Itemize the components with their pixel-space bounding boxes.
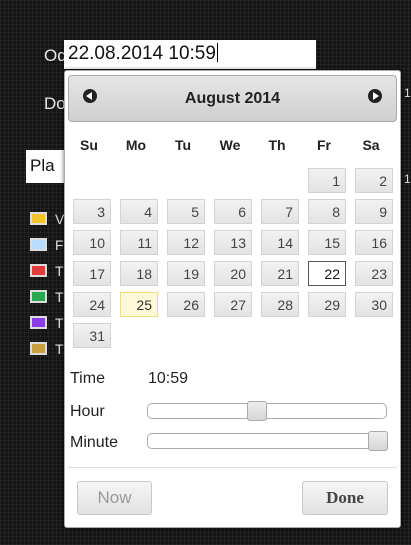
calendar-day[interactable]: 27 bbox=[214, 292, 252, 317]
calendar-day[interactable]: 12 bbox=[167, 230, 205, 255]
legend-color-swatch[interactable] bbox=[30, 264, 47, 277]
button-pane-divider bbox=[68, 467, 397, 468]
hour-slider-handle[interactable] bbox=[247, 401, 267, 421]
legend-color-swatch[interactable] bbox=[30, 212, 47, 225]
from-datetime-input[interactable]: 22.08.2014 10:59 bbox=[64, 40, 316, 69]
datetime-value: 22.08.2014 10:59 bbox=[68, 43, 216, 64]
weekday-label: Su bbox=[80, 137, 98, 153]
calendar-day[interactable]: 18 bbox=[120, 261, 158, 286]
calendar-day[interactable]: 26 bbox=[167, 292, 205, 317]
minute-slider-handle[interactable] bbox=[368, 431, 388, 451]
legend-label: T bbox=[55, 289, 64, 305]
calendar-day[interactable]: 24 bbox=[73, 292, 111, 317]
calendar-day[interactable]: 3 bbox=[73, 199, 111, 224]
side-number: 1 bbox=[404, 172, 411, 186]
weekday-label: Fr bbox=[317, 137, 331, 153]
weekday-label: We bbox=[219, 137, 241, 153]
calendar-day[interactable]: 15 bbox=[308, 230, 346, 255]
month-title: August 2014 bbox=[184, 90, 281, 107]
calendar-day[interactable]: 23 bbox=[355, 261, 393, 286]
next-month-icon[interactable] bbox=[368, 89, 382, 103]
weekday-label: Mo bbox=[125, 137, 147, 153]
to-label: Do bbox=[44, 94, 66, 113]
legend-color-swatch[interactable] bbox=[30, 290, 47, 303]
datetime-picker: August 2014 Su Mo Tu We Th Fr Sa 1 2 3 4 5 6 7 8 9 10 11… bbox=[64, 70, 401, 528]
calendar-day[interactable]: 8 bbox=[308, 199, 346, 224]
place-select[interactable]: Pla bbox=[26, 150, 66, 183]
hour-label: Hour bbox=[70, 403, 105, 420]
calendar-day[interactable]: 21 bbox=[261, 261, 299, 286]
calendar-day[interactable]: 25 bbox=[120, 292, 158, 317]
calendar-day[interactable]: 22 bbox=[308, 261, 346, 286]
calendar-day[interactable]: 11 bbox=[120, 230, 158, 255]
calendar-day[interactable]: 2 bbox=[355, 168, 393, 193]
calendar-day[interactable]: 6 bbox=[214, 199, 252, 224]
done-button[interactable]: Done bbox=[302, 481, 388, 515]
now-button[interactable]: Now bbox=[77, 481, 152, 515]
calendar-day[interactable]: 10 bbox=[73, 230, 111, 255]
text-caret bbox=[216, 43, 218, 62]
picker-header: August 2014 bbox=[68, 75, 397, 122]
weekday-label: Tu bbox=[174, 137, 192, 153]
legend-label: F bbox=[55, 237, 64, 253]
legend-color-swatch[interactable] bbox=[30, 316, 47, 329]
time-label: Time bbox=[70, 370, 105, 387]
calendar-day[interactable]: 28 bbox=[261, 292, 299, 317]
minute-label: Minute bbox=[70, 434, 119, 451]
calendar-day[interactable]: 17 bbox=[73, 261, 111, 286]
time-value: 10:59 bbox=[148, 370, 189, 387]
calendar-day[interactable]: 14 bbox=[261, 230, 299, 255]
calendar-day[interactable]: 30 bbox=[355, 292, 393, 317]
calendar-day[interactable]: 7 bbox=[261, 199, 299, 224]
calendar-day[interactable]: 29 bbox=[308, 292, 346, 317]
legend-label: T bbox=[55, 315, 64, 331]
side-number: 1 bbox=[404, 86, 411, 100]
calendar-day[interactable]: 31 bbox=[73, 323, 111, 348]
legend-label: T bbox=[55, 341, 64, 357]
minute-slider[interactable] bbox=[147, 431, 388, 451]
calendar-day[interactable]: 5 bbox=[167, 199, 205, 224]
calendar-day[interactable]: 20 bbox=[214, 261, 252, 286]
weekday-label: Sa bbox=[362, 137, 380, 153]
legend-color-swatch[interactable] bbox=[30, 238, 47, 251]
legend-label: T bbox=[55, 263, 64, 279]
calendar-day[interactable]: 9 bbox=[355, 199, 393, 224]
calendar-day[interactable]: 4 bbox=[120, 199, 158, 224]
hour-slider[interactable] bbox=[147, 401, 387, 421]
calendar-day[interactable]: 13 bbox=[214, 230, 252, 255]
weekday-label: Th bbox=[268, 137, 286, 153]
legend-color-swatch[interactable] bbox=[30, 342, 47, 355]
calendar-day[interactable]: 16 bbox=[355, 230, 393, 255]
legend-label: V bbox=[55, 211, 65, 227]
calendar-day[interactable]: 1 bbox=[308, 168, 346, 193]
calendar-day[interactable]: 19 bbox=[167, 261, 205, 286]
